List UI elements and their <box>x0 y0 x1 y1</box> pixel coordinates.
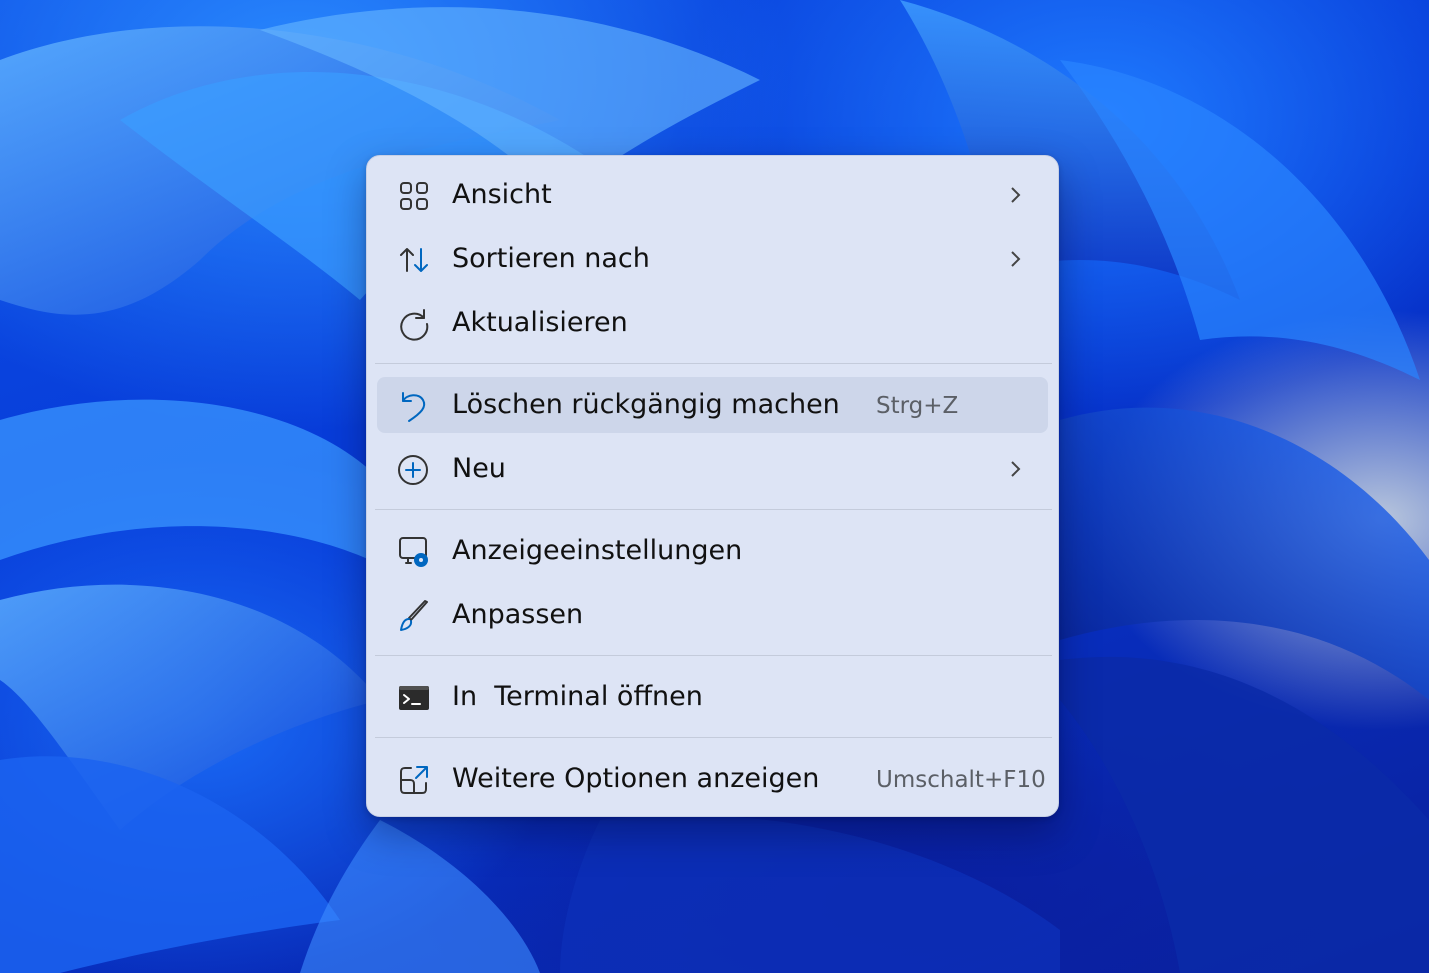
menu-divider <box>375 363 1052 364</box>
refresh-icon <box>397 307 431 341</box>
shortcut-label: Umschalt+F10 <box>876 767 1046 793</box>
menu-item-neu[interactable]: Neu <box>377 441 1048 497</box>
grid-icon <box>397 179 431 213</box>
menu-item-label: Anzeigeeinstellungen <box>452 535 743 566</box>
menu-item-more-options[interactable]: Weitere Optionen anzeigen Umschalt+F10 <box>377 751 1048 807</box>
chevron-right-icon <box>1011 187 1021 203</box>
undo-icon <box>397 389 431 423</box>
menu-item-label: Weitere Optionen anzeigen <box>452 763 820 794</box>
sort-icon <box>397 243 431 277</box>
shortcut-label: Strg+Z <box>876 393 959 419</box>
chevron-right-icon <box>1011 461 1021 477</box>
menu-item-anzeigeeinstellungen[interactable]: Anzeigeeinstellungen <box>377 523 1048 579</box>
menu-item-label: Löschen rückgängig machen <box>452 389 840 420</box>
menu-item-sortieren-nach[interactable]: Sortieren nach <box>377 231 1048 287</box>
menu-item-label: Ansicht <box>452 179 552 210</box>
desktop-context-menu: Ansicht Sortieren nach Aktualisieren Lös… <box>366 155 1059 817</box>
add-circle-icon <box>397 453 431 487</box>
menu-item-label: In Terminal öffnen <box>452 681 703 712</box>
display-settings-icon <box>397 535 431 569</box>
menu-item-ansicht[interactable]: Ansicht <box>377 167 1048 223</box>
menu-item-anpassen[interactable]: Anpassen <box>377 587 1048 643</box>
menu-item-label: Anpassen <box>452 599 584 630</box>
menu-item-label: Neu <box>452 453 506 484</box>
menu-divider <box>375 509 1052 510</box>
menu-item-label: Sortieren nach <box>452 243 650 274</box>
menu-item-undo-delete[interactable]: Löschen rückgängig machen Strg+Z <box>377 377 1048 433</box>
terminal-icon <box>397 681 431 715</box>
menu-item-terminal[interactable]: In Terminal öffnen <box>377 669 1048 725</box>
menu-item-aktualisieren[interactable]: Aktualisieren <box>377 295 1048 351</box>
menu-divider <box>375 737 1052 738</box>
brush-icon <box>397 599 431 633</box>
menu-divider <box>375 655 1052 656</box>
open-external-icon <box>397 763 431 797</box>
menu-item-label: Aktualisieren <box>452 307 628 338</box>
chevron-right-icon <box>1011 251 1021 267</box>
